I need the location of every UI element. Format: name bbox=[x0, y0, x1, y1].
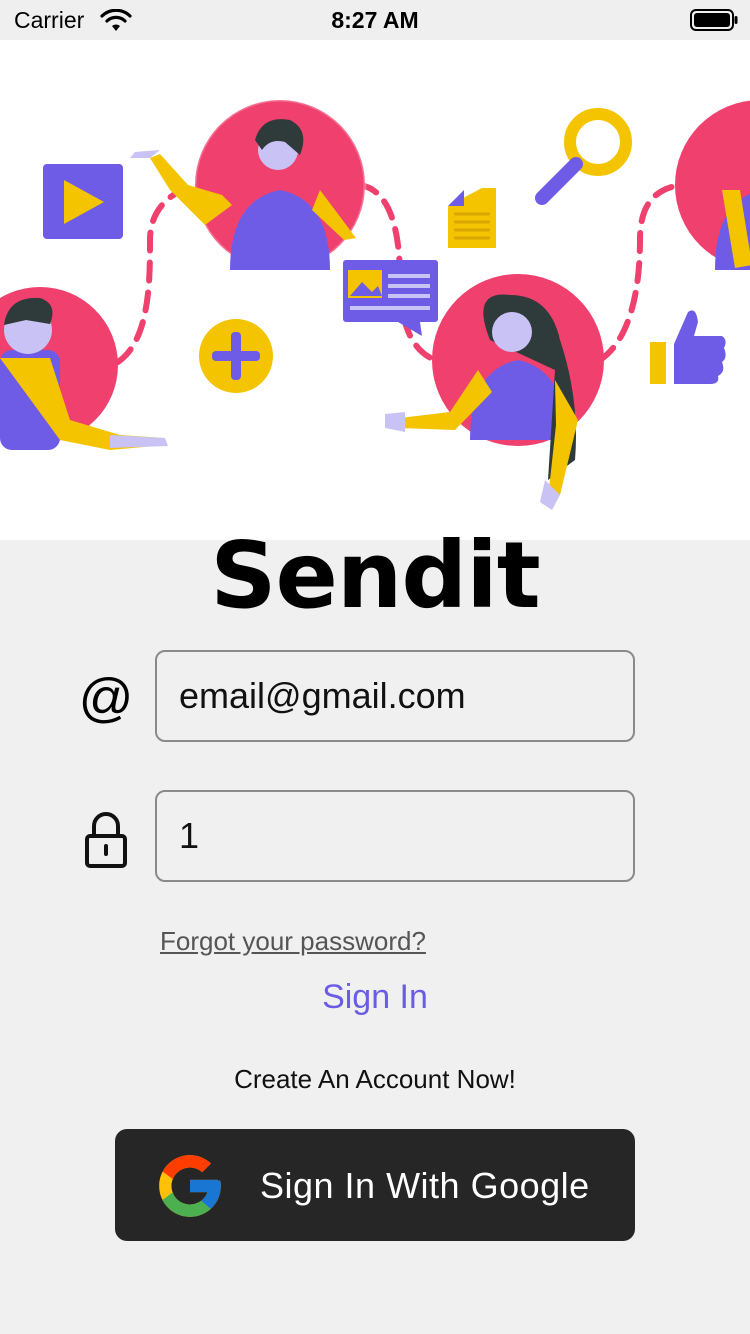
password-input[interactable]: 1 bbox=[155, 790, 635, 882]
people-network-illustration bbox=[0, 98, 750, 510]
google-sign-in-button[interactable]: Sign In With Google bbox=[115, 1129, 635, 1241]
sign-in-button[interactable]: Sign In bbox=[0, 978, 750, 1017]
battery-icon bbox=[690, 9, 738, 31]
google-icon bbox=[159, 1155, 221, 1217]
email-input[interactable]: email@gmail.com bbox=[155, 650, 635, 742]
at-icon: @ bbox=[78, 668, 134, 728]
create-account-link[interactable]: Create An Account Now! bbox=[0, 1064, 750, 1095]
app-title: Sendit bbox=[210, 522, 541, 629]
hero-illustration bbox=[0, 40, 750, 540]
status-time: 8:27 AM bbox=[331, 7, 419, 33]
status-bar: Carrier 8:27 AM bbox=[0, 0, 750, 40]
lock-icon bbox=[85, 812, 127, 868]
google-sign-in-label: Sign In With Google bbox=[260, 1165, 590, 1206]
forgot-password-link[interactable]: Forgot your password? bbox=[160, 926, 426, 957]
